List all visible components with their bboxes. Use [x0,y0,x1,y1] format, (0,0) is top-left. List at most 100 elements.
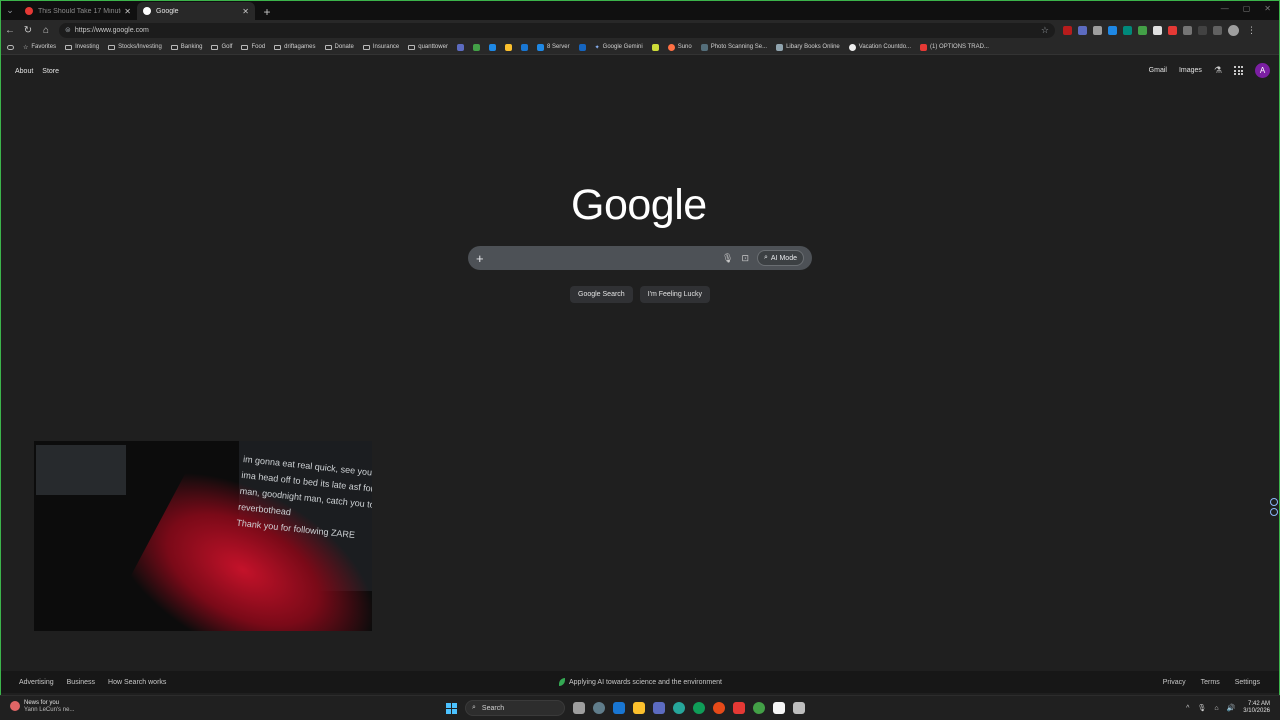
bookmark-google-gemini[interactable]: ✦ Google Gemini [595,44,643,51]
settings-gear-icon[interactable] [593,702,605,714]
browser-profile-avatar[interactable] [1228,24,1239,36]
close-window-icon[interactable]: ✕ [1264,4,1271,13]
extension-icon[interactable] [1138,25,1147,35]
bookmark-8-server[interactable]: 8 Server [536,43,570,51]
google-search-button[interactable]: Google Search [570,286,633,303]
bookmark-site-icon[interactable] [488,43,496,51]
tab-search-icon[interactable]: ⌄ [1,1,19,20]
extension-icon[interactable] [1168,25,1177,35]
store-link[interactable]: Store [42,68,59,75]
bookmark-site-icon[interactable] [472,43,480,51]
extension-icon[interactable] [1078,25,1087,35]
back-arrow-icon[interactable]: ← [1,21,19,39]
chrome-icon[interactable] [673,702,685,714]
extension-icon[interactable] [1123,25,1132,35]
app-icon[interactable] [653,702,665,714]
reload-icon[interactable]: ↻ [19,21,37,39]
side-widget-icon[interactable] [1270,498,1278,506]
google-apps-icon[interactable] [1234,66,1243,75]
tab-youtube[interactable]: This Should Take 17 Minutes. It T... ✕ [19,2,137,20]
side-widgets [1270,498,1278,516]
bookmark-folder-banking[interactable]: Banking [170,44,202,50]
bookmark-suno[interactable]: Suno [667,43,692,51]
folder-icon [274,44,282,50]
app-icon[interactable] [613,702,625,714]
search-box[interactable]: + 🎙 ⊡ ⌕ AI Mode [468,246,812,270]
news-widget[interactable]: News for you Yann LeCun's ne... [10,700,74,714]
bookmark-folder-golf[interactable]: Golf [211,44,232,50]
extension-icon[interactable] [1198,25,1207,35]
bookmark-site-icon[interactable] [456,43,464,51]
file-explorer-icon[interactable] [633,702,645,714]
bookmark-folder-driftagames[interactable]: driftagames [274,44,316,50]
tab-google[interactable]: Google ✕ [137,2,255,20]
microphone-icon[interactable]: 🎙 [722,253,733,264]
sustainability-link[interactable]: Applying AI towards science and the envi… [559,678,722,686]
volume-icon[interactable]: 🔊 [1227,704,1236,712]
xbox-icon[interactable] [753,702,765,714]
system-tray: ^ 🎙 ⌂ 🔊 7:42 AM 3/10/2026 [1186,701,1270,715]
gmail-link[interactable]: Gmail [1149,67,1167,74]
microphone-tray-icon[interactable]: 🎙 [1197,704,1206,712]
bookmark-folder-quanttower[interactable]: quanttower [408,44,448,50]
maximize-icon[interactable]: ▢ [1243,4,1251,13]
feeling-lucky-button[interactable]: I'm Feeling Lucky [639,286,710,303]
network-icon[interactable]: ⌂ [1214,705,1218,712]
bookmark-folder-donate[interactable]: Donate [324,44,354,50]
images-link[interactable]: Images [1179,67,1202,74]
bookmark-site-icon[interactable] [520,43,528,51]
bookmark-site-icon[interactable] [578,43,586,51]
bookmark-site-icon[interactable] [651,43,659,51]
windows-start-icon[interactable] [446,702,457,714]
bookmarks-toggle-icon[interactable] [7,44,14,50]
site-info-icon[interactable]: ⊜ [65,26,71,34]
extension-icon[interactable] [1108,25,1117,35]
taskbar-search[interactable]: ⌕ Search [465,700,565,716]
bookmark-folder-insurance[interactable]: Insurance [362,44,399,50]
terms-link[interactable]: Terms [1201,679,1220,686]
app-icon[interactable] [793,702,805,714]
bookmark-folder-investing[interactable]: Investing [65,44,99,50]
bookmark-photo-scanning[interactable]: Photo Scanning Se... [700,43,767,51]
close-tab-icon[interactable]: ✕ [124,7,131,16]
address-bar[interactable]: ⊜ https://www.google.com ☆ [59,22,1055,38]
bookmark-vacation[interactable]: Vacation Countdo... [848,43,911,51]
bookmark-site-icon[interactable] [504,43,512,51]
more-menu-icon[interactable]: ⋮ [1247,25,1256,36]
bookmark-favorites[interactable]: ☆ Favorites [23,44,56,51]
tray-overflow-icon[interactable]: ^ [1186,705,1189,712]
bookmark-options-trading[interactable]: (1) OPTIONS TRAD... [920,43,989,51]
side-widget-icon[interactable] [1270,508,1278,516]
google-lens-icon[interactable]: ⊡ [741,253,749,264]
add-plus-icon[interactable]: + [476,251,488,266]
ai-mode-button[interactable]: ⌕ AI Mode [757,250,804,266]
app-icon[interactable] [773,702,785,714]
firefox-icon[interactable] [713,702,725,714]
business-link[interactable]: Business [67,679,95,686]
extension-icon[interactable] [1153,25,1162,35]
bookmark-star-icon[interactable]: ☆ [1041,25,1049,36]
new-tab-plus-icon[interactable]: + [259,4,275,20]
edge-icon[interactable] [693,702,705,714]
bookmark-library[interactable]: Libary Books Online [776,43,840,51]
bookmark-folder-stocks[interactable]: Stocks/Investing [108,44,162,50]
home-icon[interactable]: ⌂ [37,21,55,39]
extension-icon[interactable] [1063,25,1072,35]
task-view-icon[interactable] [573,702,585,714]
how-search-works-link[interactable]: How Search works [108,679,166,686]
privacy-link[interactable]: Privacy [1163,679,1186,686]
brave-icon[interactable] [733,702,745,714]
search-input[interactable] [494,253,715,263]
bookmark-folder-food[interactable]: Food [241,44,265,50]
minimize-icon[interactable]: — [1221,4,1229,13]
about-link[interactable]: About [15,68,33,75]
extension-icon[interactable] [1183,25,1192,35]
advertising-link[interactable]: Advertising [19,679,54,686]
labs-flask-icon[interactable]: ⚗ [1214,65,1222,76]
extension-icon[interactable] [1093,25,1102,35]
close-tab-icon[interactable]: ✕ [242,7,249,16]
settings-link[interactable]: Settings [1235,679,1260,686]
clock[interactable]: 7:42 AM 3/10/2026 [1243,701,1270,715]
google-account-avatar[interactable]: A [1255,63,1270,78]
extension-icon[interactable] [1213,25,1222,35]
